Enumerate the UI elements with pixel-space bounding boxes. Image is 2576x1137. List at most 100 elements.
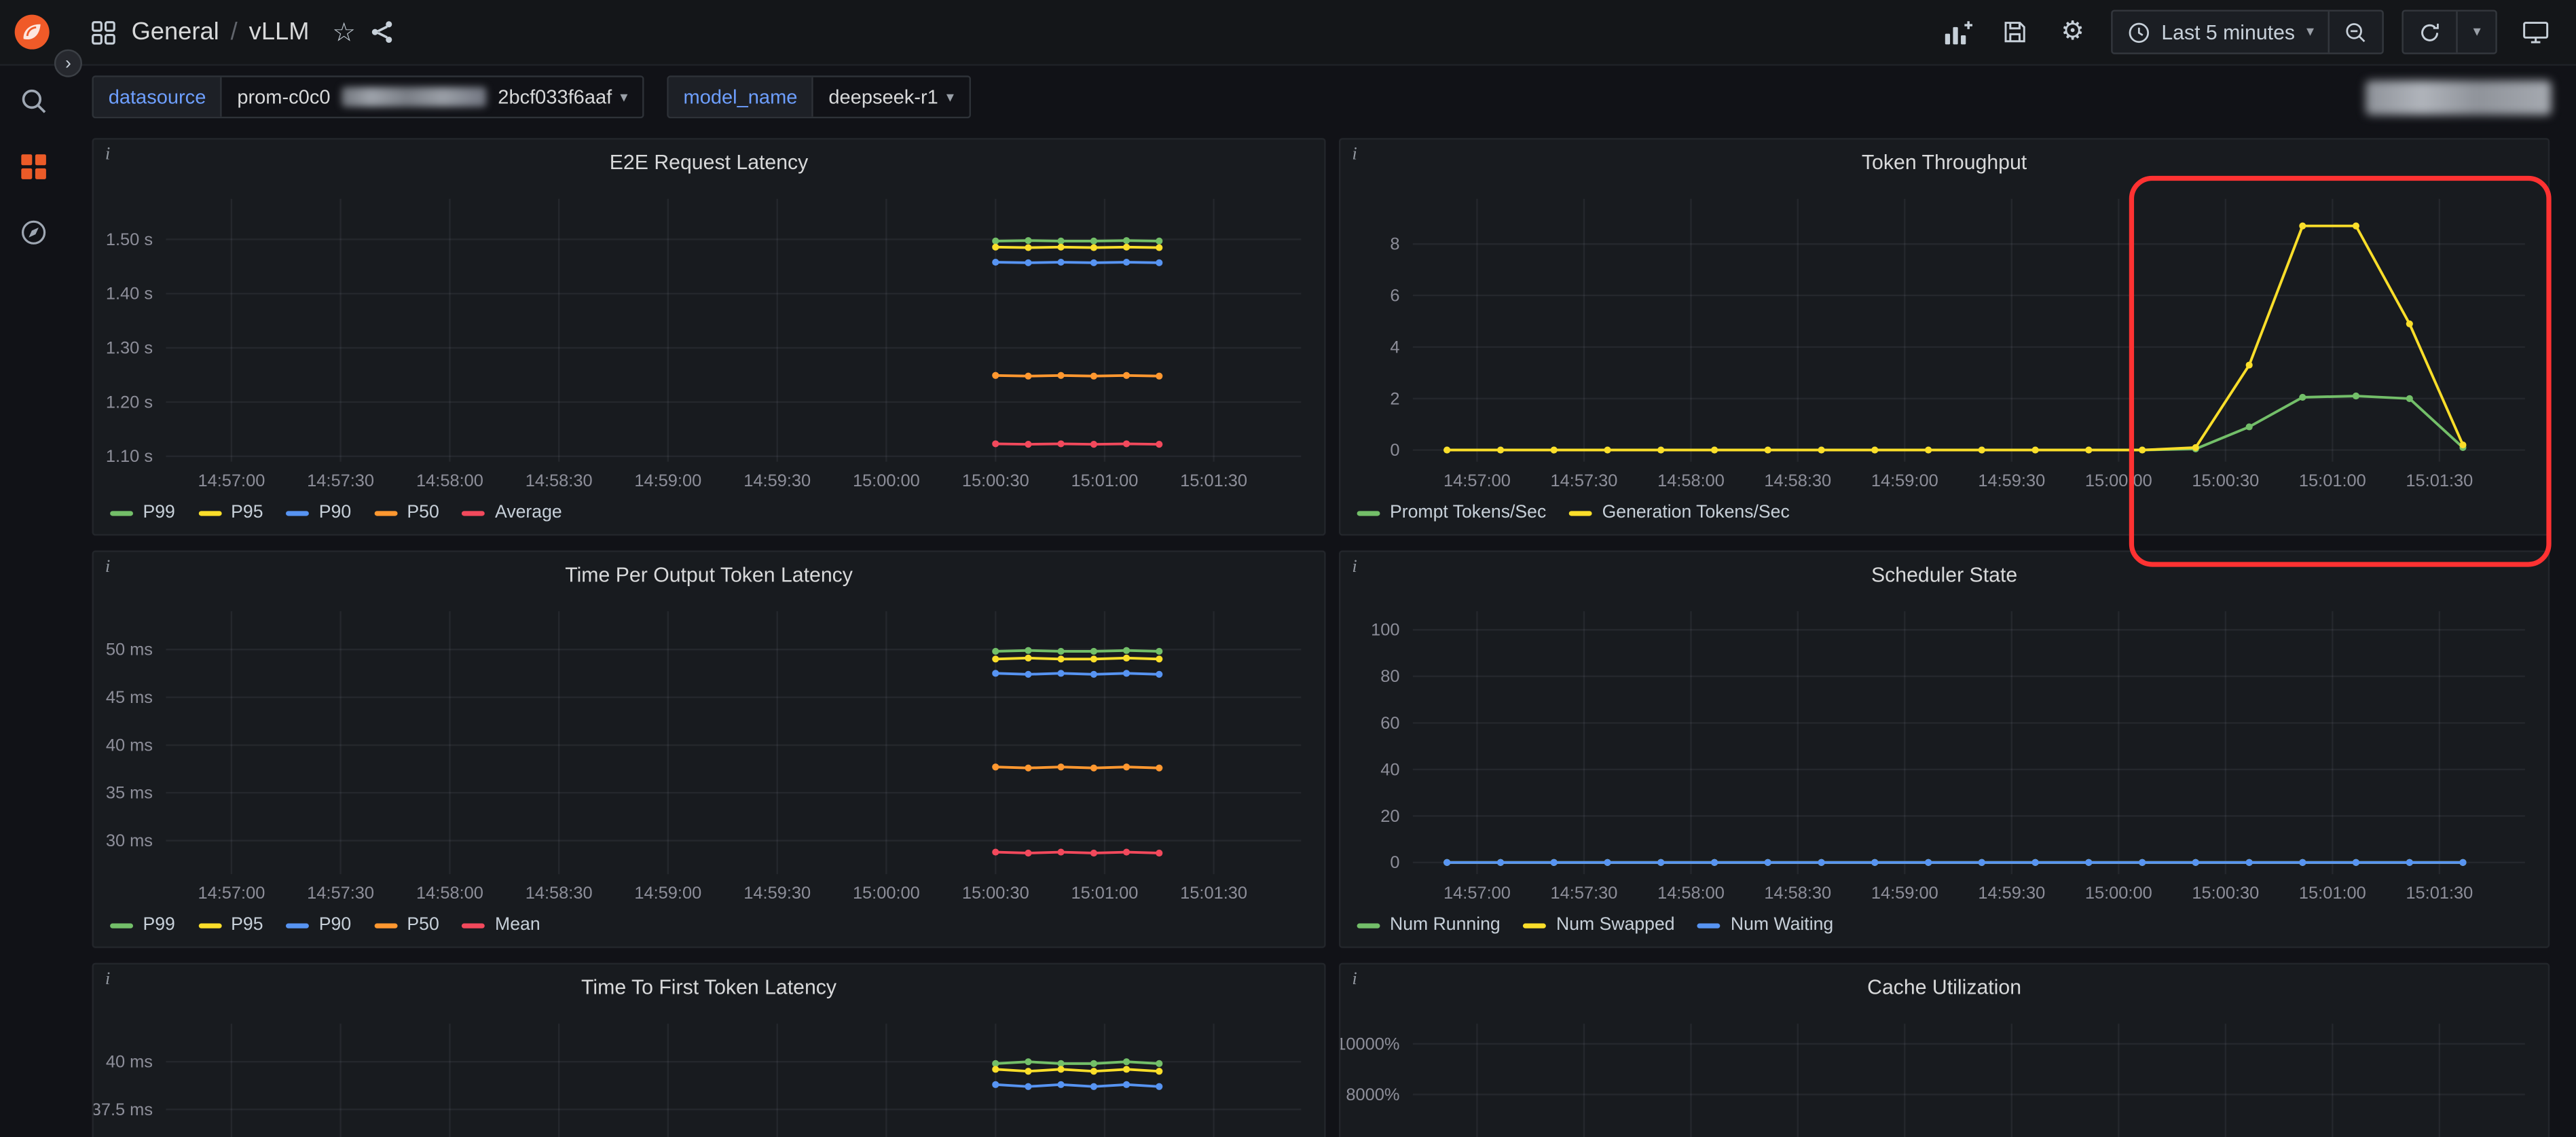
chart-area: 30 ms35 ms40 ms45 ms50 ms14:57:0014:57:3… [94,598,1324,907]
sidebar-item-explore[interactable] [18,217,48,247]
y-tick-label: 35 ms [106,784,153,803]
panel-info-icon[interactable]: i [1352,969,1372,992]
series-line [995,1085,1159,1087]
refresh-icon[interactable] [2404,12,2457,52]
time-range-picker[interactable]: Last 5 minutes ▾ [2112,12,2329,52]
sidebar-item-dashboards[interactable] [18,151,48,181]
series-point [1090,648,1097,655]
legend-item[interactable]: P99 [110,503,175,522]
legend-item[interactable]: Num Running [1357,915,1501,935]
legend-item[interactable]: P95 [198,915,263,935]
series-point [1497,447,1504,454]
chart-svg[interactable]: 6000%8000%10000%14:57:0014:57:3014:58:00… [1340,1011,2547,1137]
monitor-icon[interactable] [2515,12,2554,52]
panel-info-icon[interactable]: i [1352,145,1372,168]
legend-item[interactable]: Generation Tokens/Sec [1569,503,1790,522]
series-point [1156,259,1162,266]
legend-item[interactable]: P50 [374,915,439,935]
y-tick-label: 100 [1371,621,1399,640]
series-line [995,247,1159,248]
zoom-out-icon[interactable] [2329,12,2383,52]
chart-svg[interactable]: 1.10 s1.20 s1.30 s1.40 s1.50 s14:57:0014… [94,185,1324,494]
series-point [992,1081,999,1088]
chart-svg[interactable]: 02040608010014:57:0014:57:3014:58:0014:5… [1340,598,2547,907]
series-point [2139,447,2146,454]
series-point [1156,1068,1162,1075]
chart-svg[interactable]: 30 ms35 ms40 ms45 ms50 ms14:57:0014:57:3… [94,598,1324,907]
time-range-label: Last 5 minutes [2161,20,2295,43]
legend-item[interactable]: Prompt Tokens/Sec [1357,503,1547,522]
x-tick-label: 14:58:30 [526,471,593,490]
panel-title[interactable]: E2E Request Latency [94,140,1324,186]
datasource-value-suffix: 2bcf033f6aaf [498,86,612,109]
legend-swatch [198,922,221,927]
panel-info-icon[interactable]: i [105,969,125,992]
panel-info-icon[interactable]: i [105,145,125,168]
variable-model-name[interactable]: model_name deepseek-r1 ▾ [667,75,970,118]
series-point [1497,859,1504,866]
panel-info-icon[interactable]: i [1352,557,1372,580]
legend-swatch [1357,922,1380,927]
series-point [2353,393,2359,399]
series-point [1025,655,1031,662]
grafana-logo[interactable] [13,13,51,51]
chart-svg[interactable]: 0246814:57:0014:57:3014:58:0014:58:3014:… [1340,185,2547,494]
variable-value[interactable]: prom-c0c0 2bcf033f6aaf ▾ [223,77,643,117]
series-point [1057,1066,1064,1072]
chart-area: 37.5 ms40 ms14:57:0014:57:3014:58:0014:5… [94,1011,1324,1137]
panel-title[interactable]: Time Per Output Token Latency [94,552,1324,598]
y-tick-label: 8 [1390,235,1399,254]
breadcrumb-section[interactable]: General [132,18,219,46]
panel-title[interactable]: Scheduler State [1340,552,2547,598]
star-icon[interactable]: ☆ [332,16,356,48]
series-point [992,655,999,662]
series-point [2406,321,2413,327]
legend-item[interactable]: Average [462,503,562,522]
panel-title[interactable]: Cache Utilization [1340,964,2547,1011]
legend-item[interactable]: Num Swapped [1524,915,1675,935]
settings-gear-icon[interactable]: ⚙ [2053,12,2093,52]
legend-item[interactable]: Mean [462,915,540,935]
series-point [1057,655,1064,662]
series-point [1025,244,1031,251]
series-point [1025,441,1031,448]
panel-info-icon[interactable]: i [105,557,125,580]
x-tick-label: 14:59:00 [634,471,701,490]
search-icon[interactable] [18,86,48,115]
legend-item[interactable]: P90 [286,915,351,935]
grafana-dashboard: General / vLLM ☆ [0,0,2576,1137]
apps-grid-icon[interactable] [90,19,117,46]
breadcrumb-page[interactable]: vLLM [249,18,310,46]
share-icon[interactable] [369,20,393,44]
panel-scheduler-state: i Scheduler State 02040608010014:57:0014… [1339,550,2550,948]
variable-datasource[interactable]: datasource prom-c0c0 2bcf033f6aaf ▾ [92,75,644,118]
series-point [1025,1083,1031,1090]
series-point [1090,765,1097,772]
y-tick-label: 80 [1380,667,1399,686]
series-line [995,673,1159,674]
series-point [992,848,999,855]
panel-title[interactable]: Token Throughput [1340,140,2547,186]
legend-item[interactable]: P90 [286,503,351,522]
save-dashboard-icon[interactable] [1995,12,2035,52]
legend-label: Num Waiting [1731,915,1833,935]
x-tick-label: 15:01:00 [2299,471,2366,490]
y-tick-label: 20 [1380,807,1399,826]
refresh-interval-dropdown[interactable]: ▾ [2457,12,2495,52]
legend-item[interactable]: P50 [374,503,439,522]
variable-value[interactable]: deepseek-r1 ▾ [814,77,969,117]
series-point [1123,1081,1130,1088]
legend-item[interactable]: P99 [110,915,175,935]
series-point [1123,244,1130,251]
y-tick-label: 2 [1390,389,1399,408]
series-point [1551,859,1558,866]
series-point [1090,850,1097,856]
sidebar-expand-chevron-icon[interactable]: › [54,50,82,77]
series-point [2406,395,2413,402]
panel-title[interactable]: Time To First Token Latency [94,964,1324,1011]
chart-svg[interactable]: 37.5 ms40 ms14:57:0014:57:3014:58:0014:5… [94,1011,1324,1137]
variable-label: datasource [94,77,223,117]
legend-item[interactable]: Num Waiting [1697,915,1833,935]
legend-item[interactable]: P95 [198,503,263,522]
add-panel-icon[interactable] [1938,12,1977,52]
